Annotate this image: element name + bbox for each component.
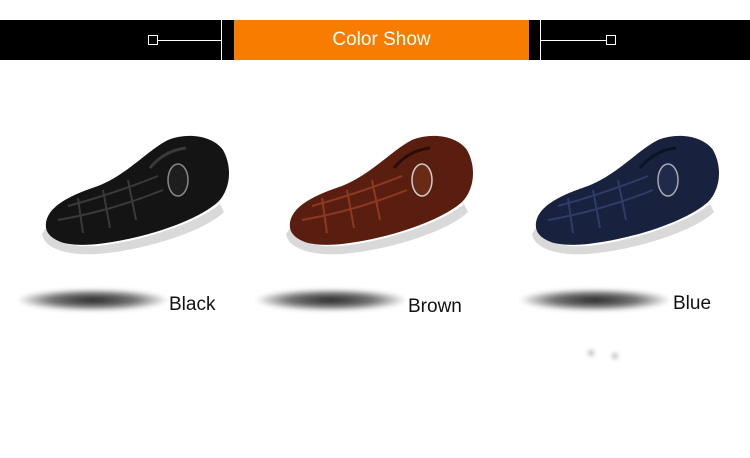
color-show-banner: Color Show: [0, 20, 750, 60]
banner-rule-right: [541, 40, 609, 41]
color-label-brown: Brown: [408, 296, 462, 317]
shoe-brown-icon: [286, 135, 474, 255]
shoe-graphic: [532, 135, 720, 255]
banner-square-left: [148, 35, 158, 45]
color-label-blue: Blue: [673, 293, 712, 314]
artifact-mark: [588, 350, 594, 356]
color-label-black: Black: [169, 294, 216, 315]
shoe-black-icon: [42, 135, 230, 255]
shoe-shadow: [18, 289, 168, 311]
shoe-shadow: [256, 289, 406, 311]
banner-title: Color Show: [234, 20, 529, 60]
shoe-blue-icon: [532, 135, 720, 255]
banner-square-right: [606, 35, 616, 45]
artifact-mark: [612, 353, 618, 359]
banner-divider-left: [221, 20, 222, 60]
shoe-shadow: [520, 289, 670, 311]
shoe-graphic: [286, 135, 474, 255]
shoe-graphic: [42, 135, 230, 255]
banner-rule-left: [153, 40, 221, 41]
